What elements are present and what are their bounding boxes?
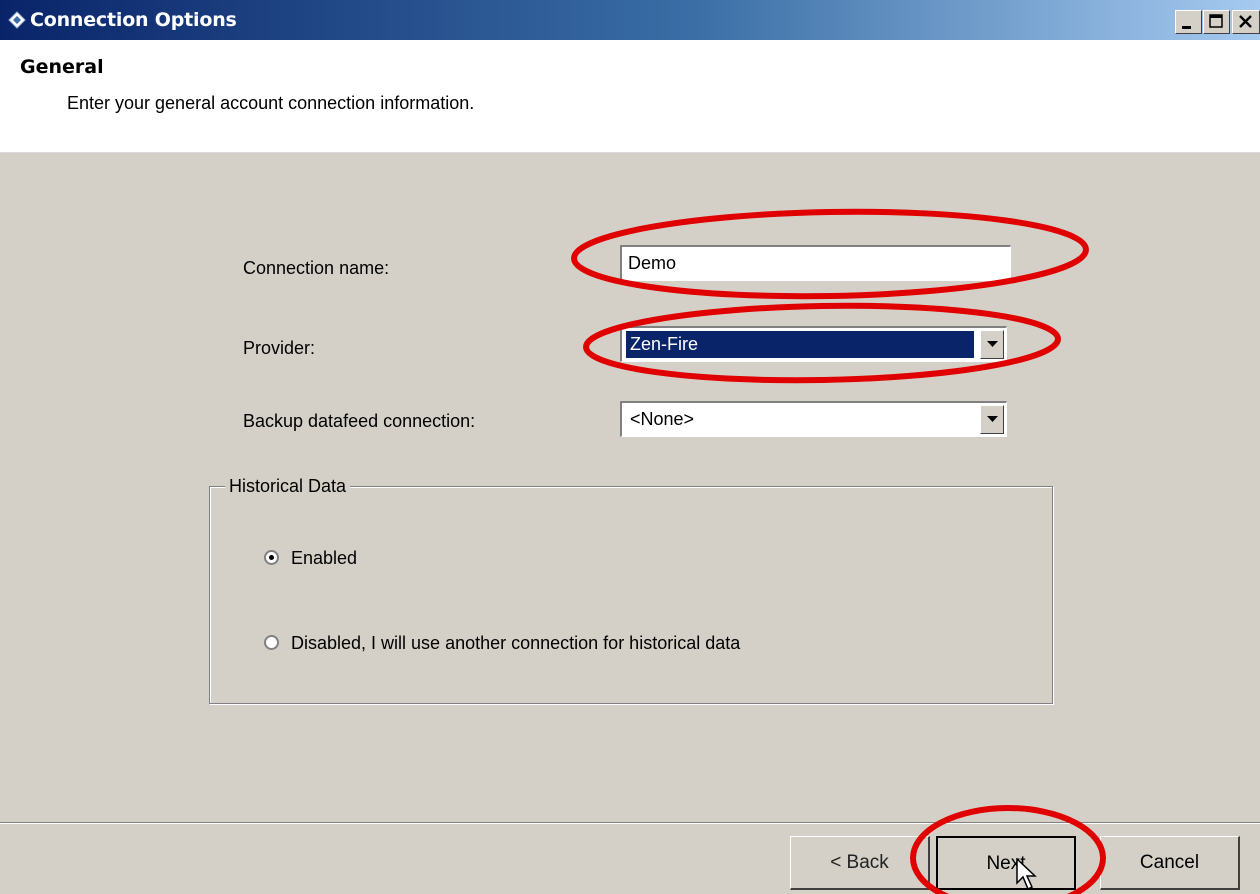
cancel-button[interactable]: Cancel	[1100, 836, 1240, 890]
minimize-icon	[1182, 26, 1191, 29]
wizard-header: General Enter your general account conne…	[0, 40, 1260, 153]
provider-select[interactable]: Zen-Fire	[620, 326, 1007, 362]
backup-dropdown-button[interactable]	[980, 405, 1004, 434]
maximize-button[interactable]	[1203, 10, 1230, 34]
page-subtitle: Enter your general account connection in…	[67, 93, 475, 113]
chevron-down-icon	[987, 416, 998, 422]
minimize-button[interactable]	[1175, 10, 1202, 34]
maximize-icon	[1209, 14, 1223, 28]
provider-selected-value: Zen-Fire	[626, 331, 974, 358]
mouse-cursor-icon	[1016, 858, 1037, 891]
back-button[interactable]: < Back	[790, 836, 930, 890]
connection-name-label: Connection name:	[243, 258, 390, 278]
chevron-down-icon	[987, 341, 998, 347]
app-icon	[8, 11, 26, 29]
close-icon	[1239, 15, 1252, 28]
close-button[interactable]	[1232, 10, 1260, 34]
footer-separator	[0, 822, 1260, 824]
provider-label: Provider:	[243, 338, 316, 358]
connection-name-input[interactable]	[620, 245, 1011, 281]
next-button[interactable]: Next	[936, 836, 1076, 890]
historical-data-legend: Historical Data	[225, 476, 351, 497]
radio-enabled-label: Enabled	[291, 548, 358, 568]
radio-disabled[interactable]	[264, 635, 279, 650]
title-bar[interactable]: Connection Options	[0, 0, 1260, 40]
radio-enabled-option[interactable]: Enabled	[264, 548, 357, 569]
provider-dropdown-button[interactable]	[980, 330, 1004, 359]
radio-disabled-option[interactable]: Disabled, I will use another connection …	[264, 633, 740, 654]
backup-datafeed-label: Backup datafeed connection:	[243, 411, 476, 431]
historical-data-group	[209, 486, 1053, 704]
backup-selected-value: <None>	[630, 409, 695, 429]
radio-disabled-label: Disabled, I will use another connection …	[291, 633, 741, 653]
backup-datafeed-select[interactable]: <None>	[620, 401, 1007, 437]
window-title: Connection Options	[30, 9, 237, 31]
radio-enabled[interactable]	[264, 550, 279, 565]
page-title: General	[20, 56, 104, 78]
